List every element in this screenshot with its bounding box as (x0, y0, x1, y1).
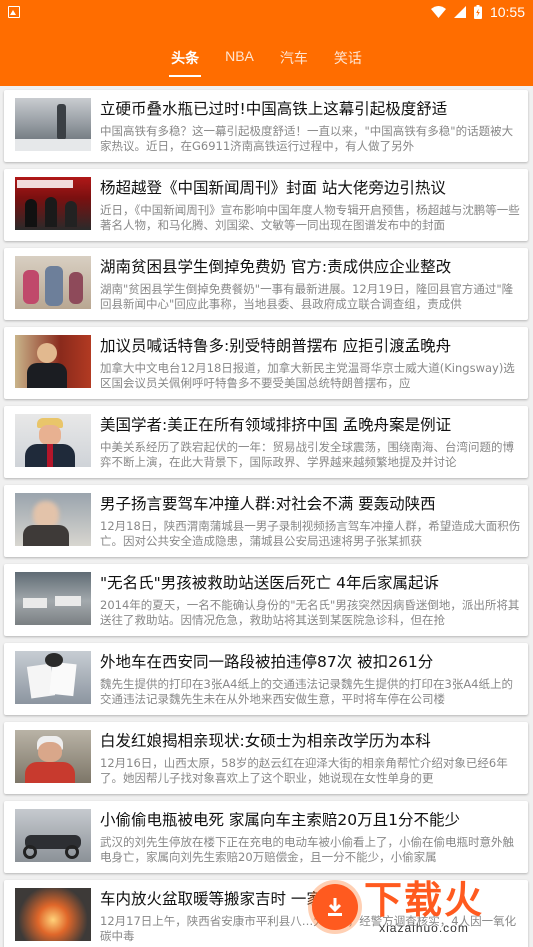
news-item[interactable]: 美国学者:美正在所有领域排挤中国 孟晚舟案是例证 中美关系经历了跌宕起伏的一年：… (4, 406, 528, 478)
news-thumbnail (15, 493, 91, 546)
news-thumbnail (15, 335, 91, 388)
news-summary: 2014年的夏天，一名不能确认身份的"无名氏"男孩突然因病昏迷倒地，派出所将其送… (100, 598, 520, 626)
news-thumbnail (15, 98, 91, 151)
news-thumbnail (15, 414, 91, 467)
clock: 10:55 (489, 4, 525, 20)
news-item[interactable]: 杨超越登《中国新闻周刊》封面 站大佬旁边引热议 近日，《中国新闻周刊》宣布影响中… (4, 169, 528, 241)
news-title: 加议员喊话特鲁多:别受特朗普摆布 应拒引渡孟晚舟 (100, 337, 452, 355)
news-item[interactable]: 加议员喊话特鲁多:别受特朗普摆布 应拒引渡孟晚舟 加拿大中文电台12月18日报道… (4, 327, 528, 399)
tab-headlines[interactable]: 头条 (169, 48, 202, 77)
news-title: 小偷偷电瓶被电死 家属向车主索赔20万且1分不能少 (100, 811, 461, 829)
notification-icon (8, 6, 20, 18)
tab-jokes[interactable]: 笑话 (332, 48, 364, 77)
watermark-domain: xiazaihuo.com (379, 921, 469, 935)
news-thumbnail (15, 177, 91, 230)
news-item[interactable]: 外地车在西安同一路段被拍违停87次 被扣261分 魏先生提供的打印在3张A4纸上… (4, 643, 528, 715)
news-list[interactable]: 立硬币叠水瓶已过时!中国高铁上这幕引起极度舒适 中国高铁有多稳？这一幕引起极度舒… (0, 86, 533, 947)
battery-icon (473, 5, 482, 19)
tab-nba[interactable]: NBA (223, 48, 256, 77)
news-item[interactable]: 小偷偷电瓶被电死 家属向车主索赔20万且1分不能少 武汉的刘先生停放在楼下正在充… (4, 801, 528, 873)
news-summary: 中美关系经历了跌宕起伏的一年：贸易战引发全球震荡，围绕南海、台湾问题的博弈不断上… (100, 440, 514, 468)
news-summary: 湖南"贫困县学生倒掉免费餐奶"一事有最新进展。12月19日，隆回县官方通过"隆回… (100, 282, 514, 310)
news-summary: 中国高铁有多稳？这一幕引起极度舒适！一直以来，"中国高铁有多稳"的话题被大家热议… (100, 124, 514, 152)
watermark-brand: 下载火 (364, 878, 485, 922)
tab-auto[interactable]: 汽车 (278, 48, 310, 77)
news-thumbnail (15, 256, 91, 309)
news-title: 美国学者:美正在所有领域排挤中国 孟晚舟案是例证 (100, 416, 452, 434)
news-title: "无名氏"男孩被救助站送医后死亡 4年后家属起诉 (100, 574, 440, 592)
site-watermark: 下载火 xiazaihuo.com (312, 871, 527, 943)
news-title: 杨超越登《中国新闻周刊》封面 站大佬旁边引热议 (100, 179, 446, 197)
news-summary: 12月16日，山西太原，58岁的赵云红在迎泽大街的相亲角帮忙介绍对象已经6年了。… (100, 756, 508, 784)
status-bar: 10:55 (0, 0, 533, 24)
news-title: 立硬币叠水瓶已过时!中国高铁上这幕引起极度舒适 (100, 100, 448, 118)
news-thumbnail (15, 651, 91, 704)
news-summary: 魏先生提供的打印在3张A4纸上的交通违法记录魏先生提供的打印在3张A4纸上的交通… (100, 677, 513, 705)
news-thumbnail (15, 888, 91, 941)
news-thumbnail (15, 730, 91, 783)
news-title: 白发红娘揭相亲现状:女硕士为相亲改学历为本科 (100, 732, 431, 750)
download-icon (312, 884, 358, 930)
news-summary: 近日，《中国新闻周刊》宣布影响中国年度人物专辑开启预售，杨超越与沈鹏等一些著名人… (100, 203, 520, 231)
signal-icon (453, 6, 466, 18)
news-item[interactable]: 湖南贫困县学生倒掉免费奶 官方:责成供应企业整改 湖南"贫困县学生倒掉免费餐奶"… (4, 248, 528, 320)
news-item[interactable]: 男子扬言要驾车冲撞人群:对社会不满 要轰动陕西 12月18日，陕西渭南蒲城县一男… (4, 485, 528, 557)
news-thumbnail (15, 572, 91, 625)
news-item[interactable]: 立硬币叠水瓶已过时!中国高铁上这幕引起极度舒适 中国高铁有多稳？这一幕引起极度舒… (4, 90, 528, 162)
news-title: 外地车在西安同一路段被拍违停87次 被扣261分 (100, 653, 434, 671)
news-thumbnail (15, 809, 91, 862)
app-header: 头条 NBA 汽车 笑话 (0, 24, 533, 86)
wifi-icon (430, 6, 446, 18)
news-item[interactable]: "无名氏"男孩被救助站送医后死亡 4年后家属起诉 2014年的夏天，一名不能确认… (4, 564, 528, 636)
news-title: 湖南贫困县学生倒掉免费奶 官方:责成供应企业整改 (100, 258, 452, 276)
news-summary: 加拿大中文电台12月18日报道，加拿大新民主党温哥华京士威大道(Kingsway… (100, 361, 515, 389)
news-summary: 12月18日，陕西渭南蒲城县一男子录制视频扬言驾车冲撞人群，希望造成大面积伤亡。… (100, 519, 521, 547)
news-summary: 武汉的刘先生停放在楼下正在充电的电动车被小偷看上了，小偷在偷电瓶时意外触电身亡，… (100, 835, 514, 863)
news-item[interactable]: 白发红娘揭相亲现状:女硕士为相亲改学历为本科 12月16日，山西太原，58岁的赵… (4, 722, 528, 794)
news-title: 男子扬言要驾车冲撞人群:对社会不满 要轰动陕西 (100, 495, 436, 513)
category-tabs: 头条 NBA 汽车 笑话 (169, 48, 364, 77)
